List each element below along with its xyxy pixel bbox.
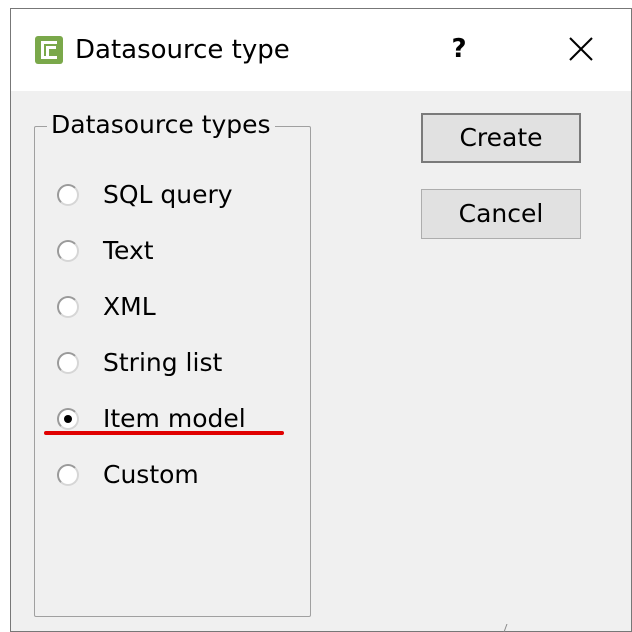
radio-sql-query[interactable]: SQL query [57, 175, 233, 215]
create-button[interactable]: Create [421, 113, 581, 163]
app-icon-inner-bracket [46, 46, 56, 59]
datasource-types-group: Datasource types SQL query Text XML Stri… [34, 108, 311, 617]
radio-label: SQL query [103, 180, 233, 209]
radio-circle-checked-icon[interactable] [57, 408, 79, 430]
radio-circle-icon[interactable] [57, 352, 79, 374]
radio-xml[interactable]: XML [57, 287, 156, 327]
radio-custom[interactable]: Custom [57, 455, 199, 495]
radio-circle-icon[interactable] [57, 184, 79, 206]
radio-label: XML [103, 292, 156, 321]
screen: Datasource type ? Datasource types SQL q… [0, 0, 632, 632]
close-button[interactable] [559, 29, 603, 69]
datasource-type-dialog: Datasource type ? Datasource types SQL q… [10, 8, 632, 632]
group-title: Datasource types [47, 108, 275, 142]
title-bar[interactable]: Datasource type ? [11, 9, 631, 91]
red-annotation-underline [44, 431, 284, 435]
radio-label: Text [103, 236, 154, 265]
radio-text[interactable]: Text [57, 231, 154, 271]
cancel-button[interactable]: Cancel [421, 189, 581, 239]
help-button[interactable]: ? [441, 29, 477, 69]
radio-circle-icon[interactable] [57, 464, 79, 486]
radio-label: String list [103, 348, 223, 377]
window-title: Datasource type [75, 35, 290, 65]
radio-string-list[interactable]: String list [57, 343, 222, 383]
close-icon [569, 37, 593, 61]
radio-circle-icon[interactable] [57, 240, 79, 262]
radio-label: Custom [103, 460, 199, 489]
radio-circle-icon[interactable] [57, 296, 79, 318]
datasource-app-icon [35, 36, 63, 64]
